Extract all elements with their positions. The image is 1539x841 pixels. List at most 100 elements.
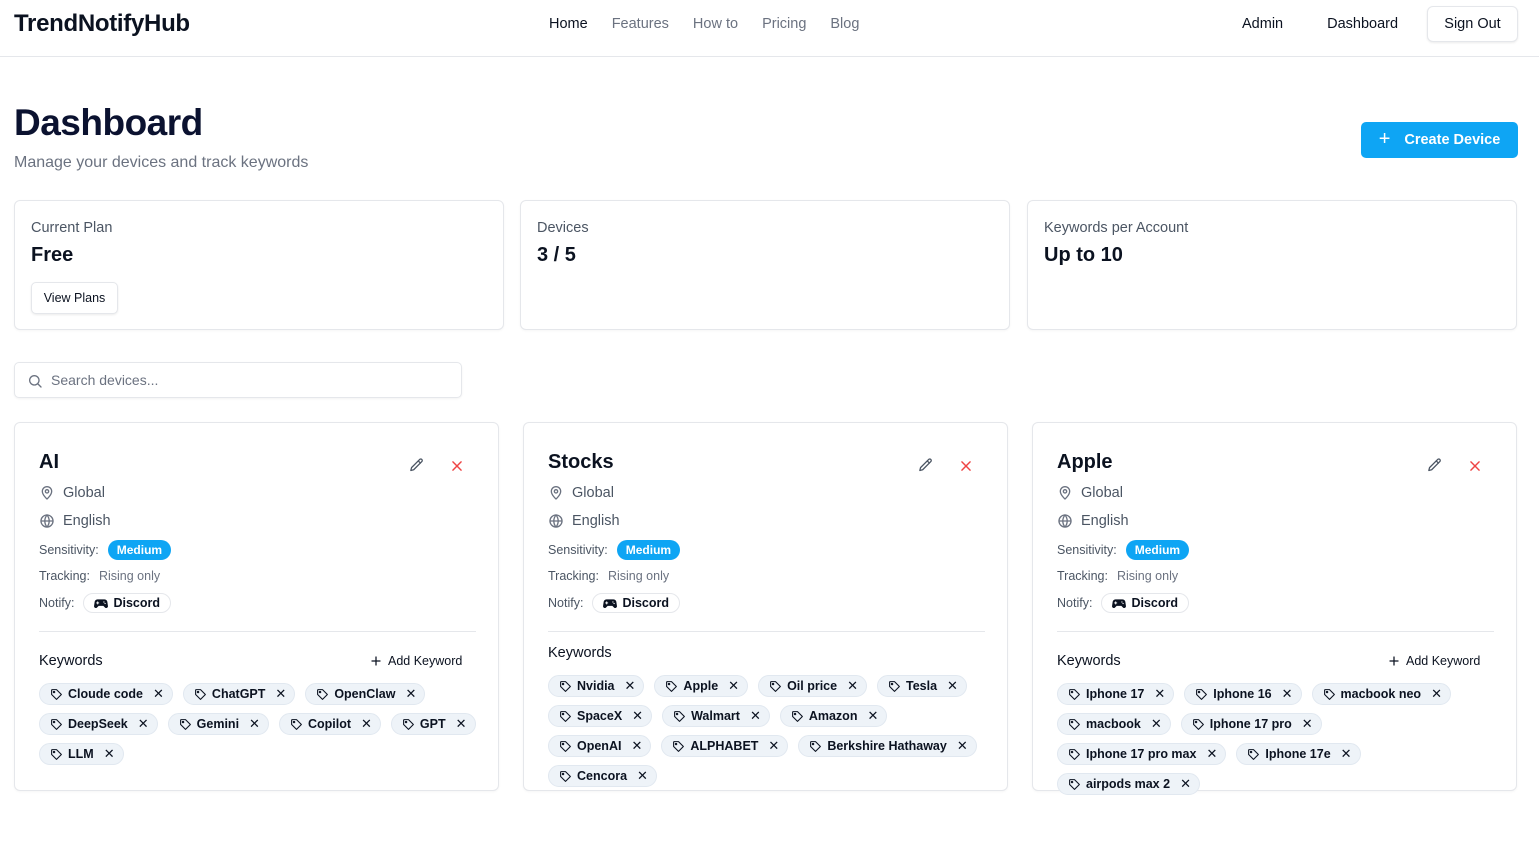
tag-icon <box>1068 748 1086 761</box>
device-name: AI <box>39 451 59 473</box>
delete-x-icon[interactable] <box>1468 459 1482 478</box>
nav-home[interactable]: Home <box>549 16 588 32</box>
create-device-button[interactable]: + Create Device <box>1361 122 1518 158</box>
device-card: Stocks Global English Sensitivity: Medium Tra… <box>523 422 1008 791</box>
keyword-chip: OpenAI ✕ <box>548 735 652 757</box>
remove-keyword-x-icon[interactable]: ✕ <box>1431 686 1442 702</box>
view-plans-button[interactable]: View Plans <box>31 282 118 314</box>
stat-label: Current Plan <box>31 220 113 236</box>
nav-blog[interactable]: Blog <box>830 16 859 32</box>
keyword-chip: Cloude code ✕ <box>39 683 173 705</box>
keyword-text: Berkshire Hathaway <box>827 739 947 753</box>
keyword-chip: Walmart ✕ <box>662 705 770 727</box>
remove-keyword-x-icon[interactable]: ✕ <box>625 678 636 694</box>
tag-icon <box>316 688 334 701</box>
sensitivity-label: Sensitivity: <box>39 543 99 557</box>
keyword-text: Amazon <box>808 709 858 723</box>
stat-card-devices: Devices 3 / 5 <box>520 200 1010 330</box>
keyword-text: Iphone 17 pro max <box>1086 747 1197 761</box>
remove-keyword-x-icon[interactable]: ✕ <box>1180 776 1191 792</box>
remove-keyword-x-icon[interactable]: ✕ <box>456 716 467 732</box>
remove-keyword-x-icon[interactable]: ✕ <box>361 716 372 732</box>
tag-icon <box>50 688 68 701</box>
keyword-chip: ALPHABET ✕ <box>661 735 789 757</box>
keyword-chip: Iphone 17e ✕ <box>1236 743 1361 765</box>
remove-keyword-x-icon[interactable]: ✕ <box>249 716 260 732</box>
tag-icon <box>888 680 906 693</box>
remove-keyword-x-icon[interactable]: ✕ <box>847 678 858 694</box>
keyword-text: macbook neo <box>1340 687 1422 701</box>
notify-row: Notify: Discord <box>548 593 680 613</box>
keyword-text: Iphone 17e <box>1265 747 1331 761</box>
nav-pricing[interactable]: Pricing <box>762 16 806 32</box>
keyword-text: Copilot <box>307 717 351 731</box>
keyword-text: Apple <box>683 679 719 693</box>
remove-keyword-x-icon[interactable]: ✕ <box>1154 686 1165 702</box>
stat-card-current-plan: Current Plan Free View Plans <box>14 200 504 330</box>
nav-features[interactable]: Features <box>612 16 669 32</box>
remove-keyword-x-icon[interactable]: ✕ <box>275 686 286 702</box>
remove-keyword-x-icon[interactable]: ✕ <box>1206 746 1217 762</box>
remove-keyword-x-icon[interactable]: ✕ <box>867 708 878 724</box>
sign-out-button[interactable]: Sign Out <box>1427 6 1518 42</box>
remove-keyword-x-icon[interactable]: ✕ <box>138 716 149 732</box>
add-keyword-button[interactable]: Add Keyword <box>1388 654 1480 668</box>
notify-channel: Discord <box>1131 596 1178 610</box>
delete-x-icon[interactable] <box>450 459 464 478</box>
nav-admin[interactable]: Admin <box>1242 16 1283 32</box>
nav-how-to[interactable]: How to <box>693 16 738 32</box>
tracking-value: Rising only <box>98 569 161 583</box>
keyword-chip: airpods max 2 ✕ <box>1057 773 1200 795</box>
sensitivity-badge: Medium <box>616 540 681 560</box>
add-keyword-button[interactable]: Add Keyword <box>370 654 462 668</box>
remove-keyword-x-icon[interactable]: ✕ <box>728 678 739 694</box>
tag-icon <box>194 688 212 701</box>
remove-keyword-x-icon[interactable]: ✕ <box>632 708 643 724</box>
pencil-icon[interactable] <box>1426 457 1443 479</box>
remove-keyword-x-icon[interactable]: ✕ <box>153 686 164 702</box>
notify-badge: Discord <box>592 593 680 613</box>
keyword-chip: Nvidia ✕ <box>548 675 645 697</box>
keyword-text: OpenAI <box>577 739 622 753</box>
remove-keyword-x-icon[interactable]: ✕ <box>631 738 642 754</box>
gamepad-icon <box>94 598 109 609</box>
delete-x-icon[interactable] <box>959 459 973 478</box>
location-text: Global <box>1081 485 1123 501</box>
remove-keyword-x-icon[interactable]: ✕ <box>1151 716 1162 732</box>
remove-keyword-x-icon[interactable]: ✕ <box>1302 716 1313 732</box>
keyword-chip: OpenClaw ✕ <box>305 683 426 705</box>
keywords-title: Keywords <box>548 645 612 661</box>
tag-icon <box>1068 688 1086 701</box>
keyword-chip: GPT ✕ <box>390 713 476 735</box>
keyword-text: Cencora <box>577 769 628 783</box>
pencil-icon[interactable] <box>408 457 425 479</box>
remove-keyword-x-icon[interactable]: ✕ <box>405 686 416 702</box>
keyword-chip: Gemini ✕ <box>167 713 269 735</box>
tag-icon <box>809 740 827 753</box>
remove-keyword-x-icon[interactable]: ✕ <box>1282 686 1293 702</box>
remove-keyword-x-icon[interactable]: ✕ <box>104 746 115 762</box>
pencil-icon[interactable] <box>917 457 934 479</box>
brand-logo[interactable]: TrendNotifyHub <box>14 10 190 38</box>
keyword-chip: Cencora ✕ <box>548 765 657 787</box>
tracking-label: Tracking: <box>1057 569 1108 583</box>
keyword-text: ChatGPT <box>211 687 266 701</box>
keyword-text: OpenClaw <box>334 687 396 701</box>
remove-keyword-x-icon[interactable]: ✕ <box>1341 746 1352 762</box>
tracking-label: Tracking: <box>548 569 599 583</box>
nav-dashboard[interactable]: Dashboard <box>1327 16 1398 32</box>
card-divider <box>1057 631 1494 632</box>
remove-keyword-x-icon[interactable]: ✕ <box>637 768 648 784</box>
remove-keyword-x-icon[interactable]: ✕ <box>957 738 968 754</box>
plus-icon <box>370 655 382 667</box>
tag-icon <box>290 718 308 731</box>
keyword-text: airpods max 2 <box>1086 777 1171 791</box>
search-input[interactable] <box>51 363 451 397</box>
device-language: English <box>39 513 111 529</box>
sensitivity-row: Sensitivity: Medium <box>548 540 681 560</box>
keyword-text: LLM <box>68 747 94 761</box>
remove-keyword-x-icon[interactable]: ✕ <box>947 678 958 694</box>
remove-keyword-x-icon[interactable]: ✕ <box>750 708 761 724</box>
keyword-chip: Oil price ✕ <box>758 675 867 697</box>
remove-keyword-x-icon[interactable]: ✕ <box>768 738 779 754</box>
